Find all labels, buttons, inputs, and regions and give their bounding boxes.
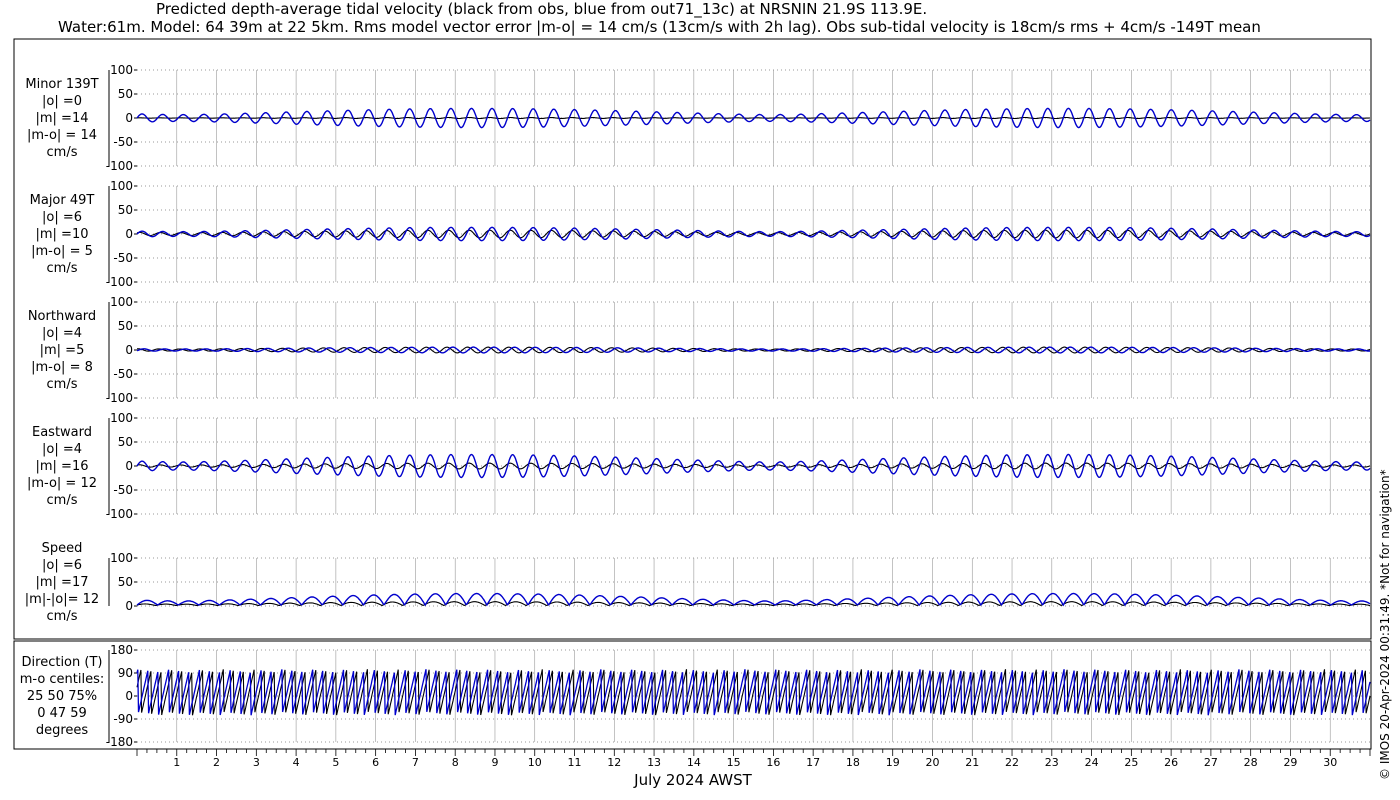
x-tick-label: 21 (965, 756, 979, 769)
y-tick-label: 0 (125, 111, 133, 125)
panel-label-line: |m|-|o|= 12 (24, 592, 100, 607)
x-tick-label: 12 (607, 756, 621, 769)
panel-label-line: |m| =5 (39, 343, 85, 358)
panel-label-north: Northward |o| =4 |m| =5 |m-o| = 8 cm/s (14, 308, 110, 393)
y-tick-label: -100 (106, 159, 133, 173)
x-tick-label: 1 (173, 756, 180, 769)
x-tick-label: 20 (925, 756, 939, 769)
y-tick-label: -50 (113, 483, 133, 497)
y-tick-label: -100 (106, 507, 133, 521)
x-tick-label: 7 (412, 756, 419, 769)
panel-label-line: Speed (41, 541, 83, 556)
upper-frame (13, 38, 1372, 640)
panel-label-minor: Minor 139T |o| =0 |m| =14 |m-o| = 14 cm/s (14, 76, 110, 161)
x-tick-label: 5 (332, 756, 339, 769)
panel-label-line: |m-o| = 5 (31, 244, 93, 259)
tidal-velocity-figure: Predicted depth-average tidal velocity (… (0, 0, 1400, 800)
panel-label-line: cm/s (46, 493, 78, 508)
panel-label-line: |m-o| = 14 (26, 128, 97, 143)
panel-label-line: Eastward (31, 425, 93, 440)
y-tick-label: 100 (110, 295, 133, 309)
panel-label-line: Northward (27, 309, 97, 324)
x-tick-label: 19 (886, 756, 900, 769)
x-tick-label: 18 (846, 756, 860, 769)
panel-label-direction: Direction (T) m-o centiles: 25 50 75% 0 47 … (14, 654, 110, 739)
y-tick-label: -50 (113, 135, 133, 149)
x-tick-label: 27 (1204, 756, 1218, 769)
panel-label-line: |o| =6 (41, 210, 82, 225)
x-tick-label: 16 (766, 756, 780, 769)
y-tick-label: 0 (125, 599, 133, 613)
x-tick-label: 25 (1124, 756, 1138, 769)
x-tick-label: 3 (253, 756, 260, 769)
panel-label-line: |m| =16 (35, 459, 89, 474)
x-tick-label: 29 (1283, 756, 1297, 769)
panel-label-line: Minor 139T (25, 77, 99, 92)
x-tick-label: 17 (806, 756, 820, 769)
y-tick-label: 0 (125, 459, 133, 473)
x-tick-label: 30 (1323, 756, 1337, 769)
plot-area: -100-50050100-100-50050100-100-50050100-… (13, 38, 1372, 789)
x-tick-label: 24 (1085, 756, 1099, 769)
panel-label-speed: Speed |o| =6 |m| =17 |m|-|o|= 12 cm/s (14, 540, 110, 625)
x-tick-label: 28 (1244, 756, 1258, 769)
x-tick-label: 10 (528, 756, 542, 769)
y-tick-label: 0 (125, 689, 133, 703)
y-tick-label: -90 (113, 712, 133, 726)
panel-label-line: m-o centiles: (19, 672, 105, 687)
panel-label-line: cm/s (46, 609, 78, 624)
panel-label-line: 0 47 59 (37, 706, 87, 721)
y-tick-label: -50 (113, 251, 133, 265)
panel-label-line: |m-o| = 12 (26, 476, 97, 491)
x-tick-label: 23 (1045, 756, 1059, 769)
x-tick-label: 2 (213, 756, 220, 769)
panel-label-line: |m| =14 (35, 111, 89, 126)
y-tick-label: 100 (110, 551, 133, 565)
panel-label-line: cm/s (46, 377, 78, 392)
x-tick-label: 15 (727, 756, 741, 769)
y-tick-label: 100 (110, 63, 133, 77)
y-tick-label: 0 (125, 343, 133, 357)
x-tick-label: 22 (1005, 756, 1019, 769)
panel-label-line: |m| =10 (35, 227, 89, 242)
x-tick-label: 8 (452, 756, 459, 769)
x-tick-label: 6 (372, 756, 379, 769)
y-tick-label: 100 (110, 179, 133, 193)
panel-label-line: cm/s (46, 145, 78, 160)
panel-label-line: degrees (35, 723, 89, 738)
panel-label-line: |o| =4 (41, 326, 82, 341)
panel-label-line: |o| =6 (41, 558, 82, 573)
x-tick-label: 26 (1164, 756, 1178, 769)
series-model-speed (136, 592, 1371, 607)
y-tick-label: 180 (110, 643, 133, 657)
x-tick-label: 9 (491, 756, 498, 769)
y-tick-label: 50 (118, 575, 133, 589)
x-tick-label: 13 (647, 756, 661, 769)
panel-label-east: Eastward |o| =4 |m| =16 |m-o| = 12 cm/s (14, 424, 110, 509)
panel-label-line: |m-o| = 8 (31, 360, 93, 375)
panel-label-line: 25 50 75% (26, 689, 98, 704)
panel-label-line: Direction (T) (21, 655, 103, 670)
x-tick-label: 11 (568, 756, 582, 769)
y-tick-label: -50 (113, 367, 133, 381)
panel-label-major: Major 49T |o| =6 |m| =10 |m-o| = 5 cm/s (14, 192, 110, 277)
y-tick-label: 50 (118, 203, 133, 217)
panel-label-line: |m| =17 (35, 575, 89, 590)
panel-label-line: |o| =4 (41, 442, 82, 457)
y-tick-label: -100 (106, 391, 133, 405)
y-tick-label: 0 (125, 227, 133, 241)
y-tick-label: 50 (118, 87, 133, 101)
panel-label-line: Major 49T (29, 193, 95, 208)
panel-label-line: cm/s (46, 261, 78, 276)
y-tick-label: -100 (106, 275, 133, 289)
y-tick-label: 50 (118, 319, 133, 333)
y-tick-label: 50 (118, 435, 133, 449)
y-tick-label: 100 (110, 411, 133, 425)
copyright-notice: © IMOS 20-Apr-2024 00:31:49. *Not for na… (1378, 469, 1392, 780)
x-tick-label: 14 (687, 756, 701, 769)
panel-label-line: |o| =0 (41, 94, 82, 109)
x-tick-label: 4 (293, 756, 300, 769)
y-tick-label: 90 (118, 666, 133, 680)
x-axis-label: July 2024 AWST (633, 771, 752, 789)
